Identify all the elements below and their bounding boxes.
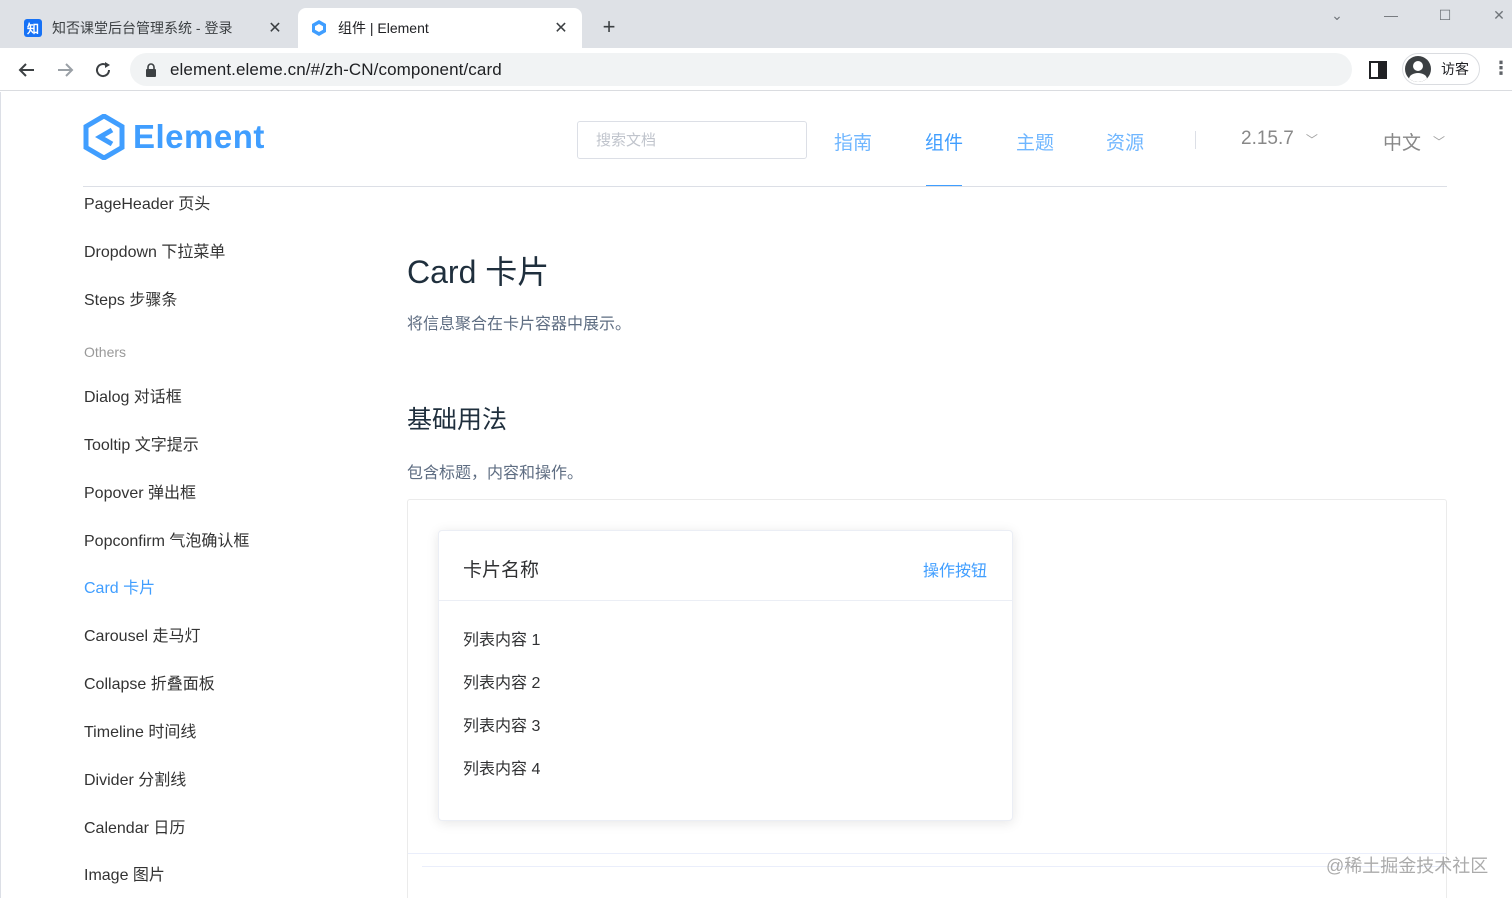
browser-toolbar: element.eleme.cn/#/zh-CN/component/card … xyxy=(0,48,1512,91)
close-tab-icon[interactable]: ✕ xyxy=(264,17,286,39)
tab-title: 知否课堂后台管理系统 - 登录 xyxy=(52,20,233,36)
sidebar-item-carousel[interactable]: Carousel 走马灯 xyxy=(84,622,200,646)
docs-search-input[interactable] xyxy=(577,121,807,159)
window-close-icon[interactable]: ✕ xyxy=(1484,4,1512,26)
chevron-down-icon: ﹀ xyxy=(1305,132,1318,147)
new-tab-icon[interactable]: + xyxy=(596,14,622,40)
back-arrow-icon[interactable] xyxy=(13,56,41,84)
version-dropdown[interactable]: 2.15.7 ﹀ xyxy=(1241,128,1318,150)
reload-icon[interactable] xyxy=(89,56,117,84)
nav-resources[interactable]: 资源 xyxy=(1106,128,1144,155)
maximize-icon[interactable]: ☐ xyxy=(1430,4,1460,26)
sidebar-item-collapse[interactable]: Collapse 折叠面板 xyxy=(84,670,215,694)
sidebar-item-dropdown[interactable]: Dropdown 下拉菜单 xyxy=(84,238,225,262)
element-logo-icon xyxy=(83,114,125,160)
demo-code-area xyxy=(422,866,1446,882)
header-divider xyxy=(83,186,1447,187)
sidebar-item-calendar[interactable]: Calendar 日历 xyxy=(84,814,185,838)
profile-button[interactable]: 访客 xyxy=(1402,53,1480,85)
card-header: 卡片名称 操作按钮 xyxy=(439,531,1012,601)
sidebar-item-image[interactable]: Image 图片 xyxy=(84,861,165,885)
language-label: 中文 xyxy=(1383,133,1422,154)
version-label: 2.15.7 xyxy=(1241,128,1294,149)
language-dropdown[interactable]: 中文 ﹀ xyxy=(1383,128,1445,155)
sidebar-item-dialog[interactable]: Dialog 对话框 xyxy=(84,383,182,407)
list-item: 列表内容 1 xyxy=(463,632,541,649)
url-text: element.eleme.cn/#/zh-CN/component/card xyxy=(170,59,502,79)
card-title: 卡片名称 xyxy=(463,560,540,581)
logo-text: Element xyxy=(133,118,265,155)
sidebar-item-timeline[interactable]: Timeline 时间线 xyxy=(84,718,196,742)
browser-tab-element[interactable]: 组件 | Element ✕ xyxy=(298,8,582,48)
browser-tab-zhifou[interactable]: 知 知否课堂后台管理系统 - 登录 ✕ xyxy=(14,8,296,48)
list-item: 列表内容 4 xyxy=(463,761,541,778)
sidebar-item-popconfirm[interactable]: Popconfirm 气泡确认框 xyxy=(84,527,249,551)
element-favicon-icon xyxy=(310,19,328,37)
nav-guide[interactable]: 指南 xyxy=(834,128,872,155)
page: Element 指南 组件 主题 资源 2.15.7 ﹀ 中文 ﹀ PageHe… xyxy=(0,92,1512,898)
zhihu-favicon-icon: 知 xyxy=(24,19,42,37)
nav-components[interactable]: 组件 xyxy=(925,128,963,155)
section-description: 包含标题，内容和操作。 xyxy=(407,465,584,482)
close-tab-icon[interactable]: ✕ xyxy=(550,17,572,39)
lock-icon xyxy=(146,62,156,77)
card-action-button[interactable]: 操作按钮 xyxy=(923,557,987,581)
sidebar-item-steps[interactable]: Steps 步骤条 xyxy=(84,286,177,310)
page-lead: 将信息聚合在卡片容器中展示。 xyxy=(407,316,632,333)
box-card: 卡片名称 操作按钮 列表内容 1 列表内容 2 列表内容 3 列表内容 4 xyxy=(438,530,1013,821)
tab-title: 组件 | Element xyxy=(338,20,429,36)
forward-arrow-icon[interactable] xyxy=(51,56,79,84)
nav-divider xyxy=(1195,131,1196,149)
browser-tabstrip: 知 知否课堂后台管理系统 - 登录 ✕ 组件 | Element ✕ + ⌄ —… xyxy=(0,0,1512,48)
more-menu-icon[interactable]: ⋮ xyxy=(1492,58,1510,82)
element-logo[interactable]: Element xyxy=(83,114,265,160)
sidebar-group-others: Others xyxy=(84,344,127,360)
site-header: Element 指南 组件 主题 资源 2.15.7 ﹀ 中文 ﹀ xyxy=(1,92,1512,187)
sidebar-item-tooltip[interactable]: Tooltip 文字提示 xyxy=(84,431,199,455)
address-bar[interactable]: element.eleme.cn/#/zh-CN/component/card xyxy=(130,53,1352,86)
demo-block: 卡片名称 操作按钮 列表内容 1 列表内容 2 列表内容 3 列表内容 4 xyxy=(407,499,1447,898)
demo-code-toggle[interactable] xyxy=(408,853,1446,898)
page-title: Card 卡片 xyxy=(407,254,550,290)
minimize-icon[interactable]: — xyxy=(1376,4,1406,26)
watermark: @稀土掘金技术社区 xyxy=(1326,856,1489,876)
chevron-down-icon: ﹀ xyxy=(1433,135,1446,149)
section-title: 基础用法 xyxy=(407,406,508,434)
profile-label: 访客 xyxy=(1441,61,1469,77)
sidebar-item-popover[interactable]: Popover 弹出框 xyxy=(84,479,196,503)
avatar-icon xyxy=(1405,56,1431,82)
sidebar-item-card[interactable]: Card 卡片 xyxy=(84,574,155,598)
list-item: 列表内容 3 xyxy=(463,718,541,735)
nav-theme[interactable]: 主题 xyxy=(1016,128,1054,155)
tab-search-chevron-icon[interactable]: ⌄ xyxy=(1322,4,1352,26)
sidebar-item-pageheader[interactable]: PageHeader 页头 xyxy=(84,190,210,214)
list-item: 列表内容 2 xyxy=(463,675,541,692)
side-panel-icon[interactable] xyxy=(1366,58,1390,82)
sidebar-item-divider[interactable]: Divider 分割线 xyxy=(84,766,186,790)
